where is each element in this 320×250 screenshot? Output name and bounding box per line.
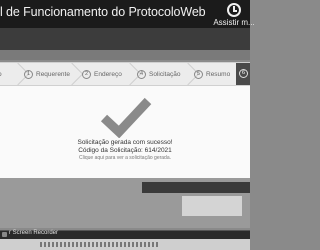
watch-later-button[interactable]: Assistir m... [213, 0, 255, 28]
checkmark-icon [100, 97, 152, 138]
confirmation-panel: Solicitação gerada com sucesso! Código d… [0, 86, 250, 178]
recorder-app-icon [2, 232, 7, 237]
step-label: Endereço [94, 70, 122, 78]
app-header-bar [0, 28, 250, 50]
video-title[interactable]: l de Funcionamento do ProtocoloWeb [0, 5, 206, 19]
step-endereco[interactable]: 2 Endereço [82, 63, 122, 85]
step-number: 5 [194, 69, 203, 79]
step-identificacao[interactable]: o [0, 63, 2, 85]
app-sub-bar [0, 50, 250, 60]
wizard-steps: o 1 Requerente 2 Endereço 4 Solicitação … [0, 62, 250, 86]
step-active[interactable]: 6 [236, 63, 250, 85]
footer-nav-bar [142, 182, 250, 193]
success-message: Solicitação gerada com sucesso! [77, 139, 173, 146]
step-number: 6 [239, 69, 248, 78]
recorder-titlebar[interactable]: r Screen Recorder [0, 230, 250, 239]
recorder-body [0, 239, 250, 250]
video-title-bar: l de Funcionamento do ProtocoloWeb Assis… [0, 0, 255, 28]
watch-later-label: Assistir m... [213, 18, 255, 27]
footer-panel [182, 196, 242, 216]
step-resumo[interactable]: 5 Resumo [194, 63, 230, 85]
recorder-title: r Screen Recorder [9, 230, 59, 236]
view-request-link[interactable]: Clique aqui para ver a solicitação gerad… [0, 155, 250, 161]
step-solicitacao[interactable]: 4 Solicitação [137, 63, 180, 85]
clock-icon [227, 3, 241, 17]
step-number: 4 [137, 69, 146, 79]
step-number: 2 [82, 69, 91, 79]
step-label: Resumo [206, 70, 231, 78]
screen-recorder-window: r Screen Recorder [0, 230, 250, 250]
recorder-toolbar[interactable] [40, 242, 160, 247]
step-number: 1 [24, 69, 33, 79]
step-label: o [0, 71, 2, 78]
request-code: Código da Solicitação: 614/2021 [78, 147, 172, 154]
